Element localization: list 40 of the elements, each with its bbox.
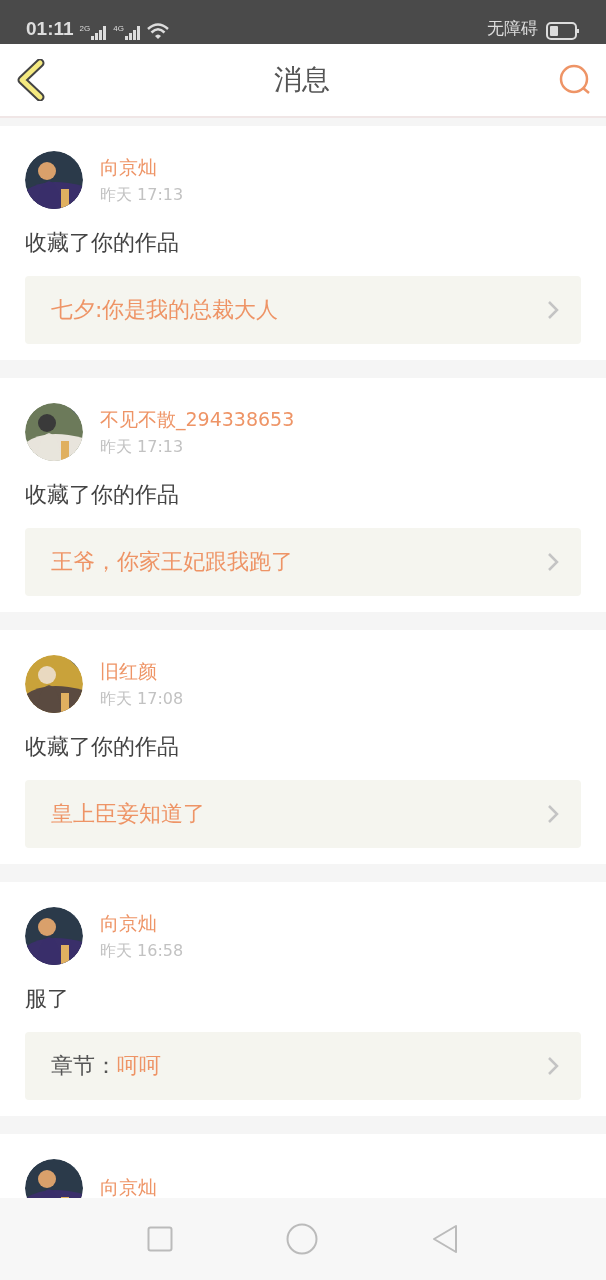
work-title: 皇上臣妾知道了 bbox=[51, 800, 205, 828]
message-text: 收藏了你的作品 bbox=[25, 229, 180, 257]
message-text: 服了 bbox=[25, 985, 70, 1013]
back-icon[interactable] bbox=[16, 59, 46, 101]
link-label: 章节： bbox=[51, 1052, 117, 1080]
home-icon[interactable] bbox=[286, 1223, 318, 1255]
network-label: 4G bbox=[113, 24, 124, 33]
chapter-title: 呵呵 bbox=[117, 1052, 161, 1080]
back-triangle-icon[interactable] bbox=[431, 1224, 460, 1254]
battery-icon bbox=[546, 22, 580, 40]
search-icon[interactable] bbox=[558, 63, 592, 97]
message-text: 收藏了你的作品 bbox=[25, 481, 180, 509]
clock: 01:11 bbox=[26, 18, 74, 40]
chevron-right-icon bbox=[547, 300, 559, 320]
square-icon[interactable] bbox=[146, 1226, 173, 1252]
message-text: 收藏了你的作品 bbox=[25, 733, 180, 761]
network-label: 2G bbox=[79, 24, 91, 33]
work-link[interactable]: 皇上臣妾知道了 bbox=[25, 780, 581, 848]
message-time: 昨天 17:08 bbox=[100, 688, 184, 710]
chevron-right-icon bbox=[547, 804, 559, 824]
page-title: 消息 bbox=[274, 62, 330, 98]
wifi-icon bbox=[146, 23, 169, 40]
work-link[interactable]: 七夕:你是我的总裁大人 bbox=[25, 276, 581, 344]
user-name[interactable]: 不见不散_294338653 bbox=[100, 406, 295, 433]
accessibility-label: 无障碍 bbox=[487, 17, 538, 40]
message-time: 昨天 17:13 bbox=[100, 436, 185, 458]
chevron-right-icon bbox=[547, 1056, 559, 1076]
user-name[interactable]: 向京灿 bbox=[100, 1175, 157, 1198]
signal-icon bbox=[91, 26, 108, 40]
message-time: 昨天 16:58 bbox=[100, 940, 184, 962]
chevron-right-icon bbox=[547, 552, 559, 572]
work-link[interactable]: 王爷，你家王妃跟我跑了 bbox=[25, 528, 581, 596]
work-link[interactable]: 章节：呵呵 bbox=[25, 1032, 581, 1100]
work-title: 七夕:你是我的总裁大人 bbox=[51, 296, 279, 324]
signal-icon bbox=[124, 26, 141, 40]
user-name[interactable]: 向京灿 bbox=[100, 910, 184, 937]
user-name[interactable]: 向京灿 bbox=[100, 154, 184, 181]
message-time: 昨天 17:13 bbox=[100, 184, 184, 206]
work-title: 王爷，你家王妃跟我跑了 bbox=[51, 548, 293, 576]
user-name[interactable]: 旧红颜 bbox=[100, 658, 184, 685]
